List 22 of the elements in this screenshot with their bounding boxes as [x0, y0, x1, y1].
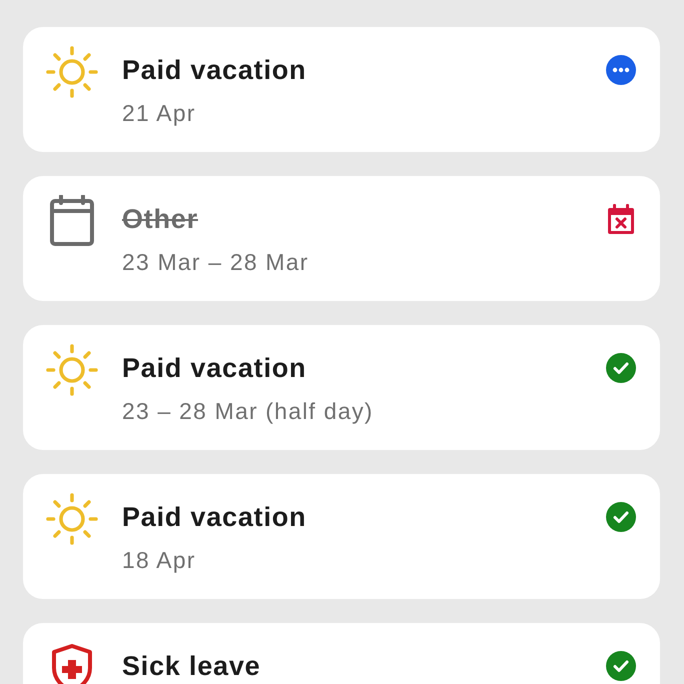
request-dates: 18 Apr	[122, 546, 196, 574]
request-title: Other	[122, 203, 198, 235]
sun-icon	[46, 46, 98, 98]
request-title: Sick leave	[122, 650, 261, 682]
check-icon	[606, 353, 636, 383]
request-dates: 23 – 28 Mar (half day)	[122, 397, 374, 425]
request-title: Paid vacation	[122, 501, 306, 533]
request-card[interactable]: Other 23 Mar – 28 Mar	[23, 176, 660, 301]
sun-icon	[46, 344, 98, 396]
request-title: Paid vacation	[122, 352, 306, 384]
request-card[interactable]: Paid vacation 23 – 28 Mar (half day)	[23, 325, 660, 450]
check-icon	[606, 502, 636, 532]
calendar-x-icon	[606, 204, 636, 234]
more-icon	[606, 55, 636, 85]
request-title: Paid vacation	[122, 54, 306, 86]
check-icon	[606, 651, 636, 681]
sun-icon	[46, 493, 98, 545]
request-card[interactable]: Sick leave	[23, 623, 660, 684]
request-card[interactable]: Paid vacation 21 Apr	[23, 27, 660, 152]
request-dates: 21 Apr	[122, 99, 196, 127]
request-card[interactable]: Paid vacation 18 Apr	[23, 474, 660, 599]
request-dates: 23 Mar – 28 Mar	[122, 248, 309, 276]
